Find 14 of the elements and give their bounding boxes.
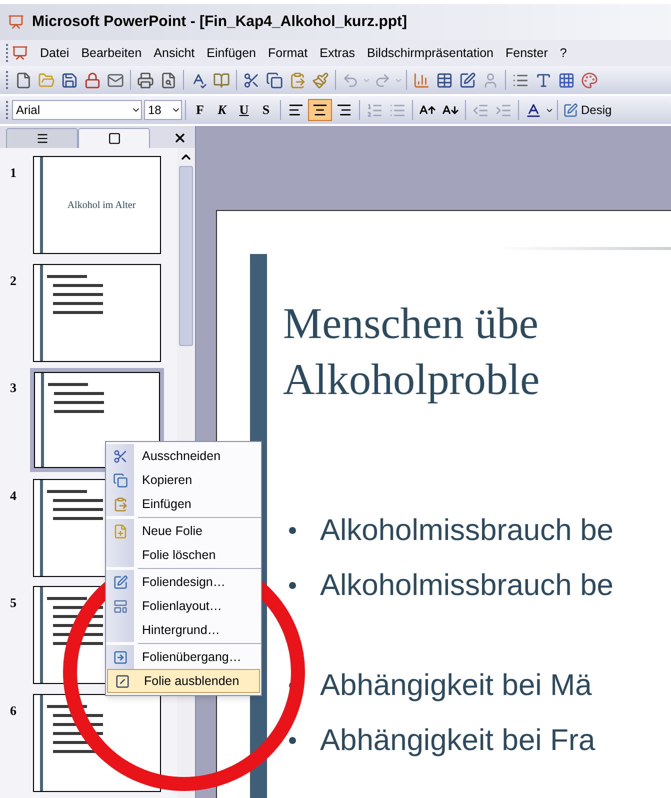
bullet-text: Alkoholmissbrauch be — [320, 513, 614, 549]
slide-title: Alkoholproble — [283, 354, 541, 406]
bullet-text: Alkoholmissbrauch be — [320, 568, 614, 604]
slide-number: 1 — [10, 164, 18, 182]
slide-number: 4 — [10, 486, 18, 504]
slide-number: 2 — [10, 272, 18, 290]
window-title: Microsoft PowerPoint - [Fin_Kap4_Alkohol_kurz.ppt] — [32, 12, 408, 32]
slide-number: 5 — [10, 594, 18, 612]
bullet-text: Abhängigkeit bei Fra — [320, 723, 596, 759]
slide-number: 3 — [10, 379, 18, 397]
slide-number: 6 — [10, 702, 18, 720]
slide-title: Menschen übe — [283, 298, 540, 350]
thumbnail-title: Alkohol im Alter — [67, 198, 136, 212]
bullet-text: Abhängigkeit bei Mä — [320, 668, 592, 704]
